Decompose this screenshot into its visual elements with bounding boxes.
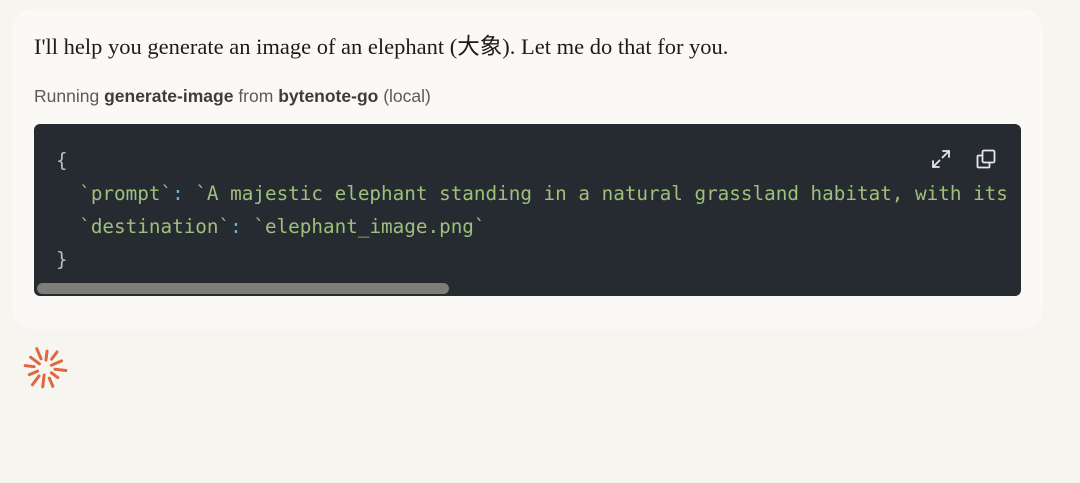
spinner-ray xyxy=(35,347,43,361)
code-destination-key: `destination` xyxy=(79,215,231,238)
server-location: (local) xyxy=(383,86,431,106)
spinner-ray xyxy=(53,367,68,373)
code-open-brace: { xyxy=(56,149,68,172)
spinner-ray xyxy=(44,349,49,362)
tool-status-line: Running generate-image from bytenote-go … xyxy=(34,85,431,107)
expand-icon xyxy=(932,150,950,168)
code-prompt-value: `A majestic elephant standing in a natur… xyxy=(195,182,1008,205)
code-prompt-key: `prompt` xyxy=(79,182,173,205)
spinner-ray xyxy=(30,374,41,387)
scrollbar-thumb[interactable] xyxy=(37,283,450,294)
assistant-message-text: I'll help you generate an image of an el… xyxy=(34,34,729,59)
spinner-ray xyxy=(41,373,46,389)
spinner-ray xyxy=(29,355,41,366)
copy-icon xyxy=(976,149,996,169)
spinner-ray xyxy=(49,371,60,380)
copy-button[interactable] xyxy=(973,146,999,172)
code-close-brace: } xyxy=(56,248,68,271)
spinner-ray xyxy=(49,359,64,367)
code-colon: : xyxy=(172,182,184,205)
spinner-ray xyxy=(50,350,59,361)
spinner-ray xyxy=(47,376,55,388)
horizontal-scrollbar[interactable] xyxy=(34,280,1021,296)
server-name: bytenote-go xyxy=(278,86,379,106)
code-destination-value: `elephant_image.png` xyxy=(253,215,486,238)
tool-input-code-block[interactable]: { `prompt`: `A majestic elephant standin… xyxy=(34,124,1021,296)
tool-status-prefix: Running xyxy=(34,86,100,106)
tool-status-middle: from xyxy=(238,86,274,106)
tool-name: generate-image xyxy=(104,86,234,106)
code-content: { `prompt`: `A majestic elephant standin… xyxy=(56,144,1008,276)
spinner-ray xyxy=(23,364,36,369)
code-colon: : xyxy=(230,215,242,238)
spinner-ray xyxy=(27,369,40,377)
expand-button[interactable] xyxy=(928,146,954,172)
loading-spinner-icon xyxy=(23,347,68,389)
